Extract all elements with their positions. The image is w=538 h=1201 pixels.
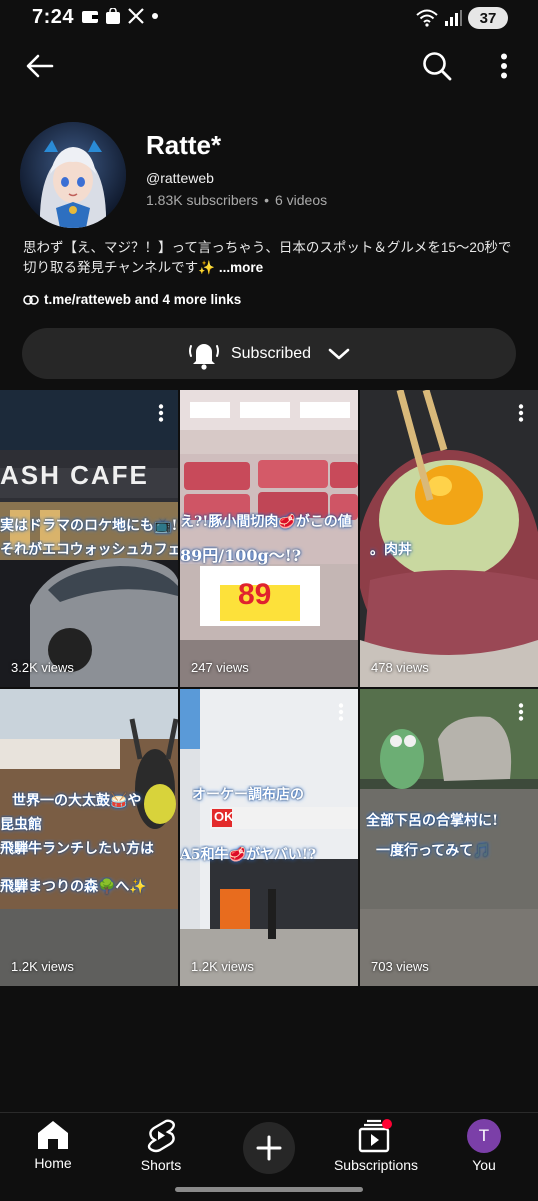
nav-home[interactable]: Home [3,1119,103,1171]
channel-description[interactable]: 思わず【え、マジ？！】って言っちゃう、日本のスポット＆グルメを15〜20秒で切り… [23,238,515,278]
home-icon [38,1121,68,1149]
links-label: t.me/ratteweb and 4 more links [44,292,242,307]
top-app-bar [0,38,538,94]
battery-indicator: 37 [468,7,508,29]
nav-you-label: You [472,1157,496,1173]
bell-icon [188,343,219,370]
video-menu-button[interactable] [518,404,524,427]
store-sign-text: OK [214,809,234,824]
shopping-bag-icon [106,8,120,24]
subscribed-button[interactable]: Subscribed [22,328,516,379]
short-video-thumbnail[interactable]: 。肉丼 478 views [360,390,538,687]
nav-subscriptions-label: Subscriptions [333,1157,419,1173]
home-indicator [175,1187,363,1192]
wifi-icon [416,9,438,27]
thumbnail-image [360,689,538,986]
view-count: 3.2K views [11,660,74,675]
user-avatar: T [467,1119,501,1153]
short-video-thumbnail[interactable]: 全部下呂の合掌村に! 一度行ってみて🎵 703 views [360,689,538,986]
chevron-down-icon [328,348,350,359]
video-count: 6 videos [274,192,328,208]
more-vert-icon [518,404,524,422]
short-video-thumbnail[interactable]: ASH CAFE 実はドラマのロケ地にも📺!? それがエコウォッシュカフェ 3.… [0,390,178,687]
view-count: 1.2K views [11,959,74,974]
subscribed-label: Subscribed [230,344,312,362]
back-arrow-icon [26,54,54,78]
video-caption-line: 世界一の大太鼓🥁や [12,793,142,809]
x-logo-icon [128,8,144,24]
short-video-thumbnail[interactable]: 世界一の大太鼓🥁や 昆虫館 飛騨牛ランチしたい方は 飛騨まつりの森🌳へ✨ 1.2… [0,689,178,986]
channel-avatar[interactable] [20,122,126,228]
create-button[interactable] [243,1122,295,1174]
shorts-grid: ASH CAFE 実はドラマのロケ地にも📺!? それがエコウォッシュカフェ 3.… [0,390,538,988]
nav-shorts-label: Shorts [140,1157,182,1173]
cafe-sign-text: ASH CAFE [0,460,149,490]
channel-handle: @ratteweb [146,170,214,186]
video-caption-line: 一度行ってみて🎵 [376,843,491,859]
video-caption-line: 。肉丼 [370,542,412,558]
more-vert-icon [501,53,507,79]
nav-you[interactable]: T You [434,1119,534,1173]
dot-icon [152,13,158,19]
view-count: 247 views [191,660,249,675]
stats-separator: • [264,192,269,208]
thumbnail-image [0,689,178,986]
thumbnail-image [360,390,538,687]
channel-stats: 1.83K subscribers • 6 videos [146,192,327,208]
plus-icon [256,1135,282,1161]
more-options-button[interactable] [484,46,524,86]
video-caption-line: 飛騨牛ランチしたい方は [0,841,154,857]
thumbnail-image [0,390,178,687]
system-icons: 37 [416,7,508,29]
view-count: 1.2K views [191,959,254,974]
shorts-icon [147,1119,175,1153]
subscriptions-icon [358,1119,392,1153]
video-menu-button[interactable] [518,703,524,726]
nav-subscriptions[interactable]: Subscriptions [326,1119,426,1173]
more-vert-icon [338,703,344,721]
video-caption-line: 89円/100g〜!? [180,546,302,565]
price-tag-text: 89 [238,578,272,611]
short-video-thumbnail[interactable]: 89 え?!豚小間切肉🥩がこの値 89円/100g〜!? 247 views [180,390,358,687]
video-caption-line: 飛騨まつりの森🌳へ✨ [0,879,147,895]
video-menu-button[interactable] [158,404,164,427]
status-bar: 7:24 37 [0,0,538,38]
channel-links[interactable]: t.me/ratteweb and 4 more links [23,292,241,307]
back-button[interactable] [20,46,60,86]
wallet-icon [82,11,98,23]
subscriber-count: 1.83K subscribers [146,192,259,208]
thumbnail-image [180,390,358,687]
search-button[interactable] [417,46,457,86]
video-menu-button[interactable] [338,703,344,726]
view-count: 703 views [371,959,429,974]
signal-icon [445,10,462,26]
short-video-thumbnail[interactable]: OK オーケー調布店の A5和牛🥩がヤバい!? 1.2K views [180,689,358,986]
status-time: 7:24 [32,6,75,28]
video-caption-line: 全部下呂の合掌村に! [366,813,499,829]
video-caption-line: え?!豚小間切肉🥩がこの値 [180,514,352,530]
link-icon [23,294,39,305]
channel-name: Ratte* [146,130,222,160]
description-more-link[interactable]: ...more [219,260,263,275]
anime-character-avatar-image [20,122,126,228]
nav-shorts[interactable]: Shorts [111,1119,211,1173]
notification-icons [82,8,159,24]
video-caption-line: A5和牛🥩がヤバい!? [180,847,317,863]
more-vert-icon [158,404,164,422]
thumbnail-image [180,689,358,986]
video-caption-line: オーケー調布店の [192,787,304,803]
video-caption-line: それがエコウォッシュカフェ [0,542,178,558]
description-text: 思わず【え、マジ？！】って言っちゃう、日本のスポット＆グルメを15〜20秒で切り… [23,240,512,275]
video-caption-line: 実はドラマのロケ地にも📺!? [0,518,178,534]
nav-home-label: Home [34,1155,72,1171]
view-count: 478 views [371,660,429,675]
search-icon [423,52,452,81]
more-vert-icon [518,703,524,721]
video-caption-line: 昆虫館 [0,817,42,833]
channel-header: Ratte* @ratteweb 1.83K subscribers • 6 v… [0,118,538,228]
